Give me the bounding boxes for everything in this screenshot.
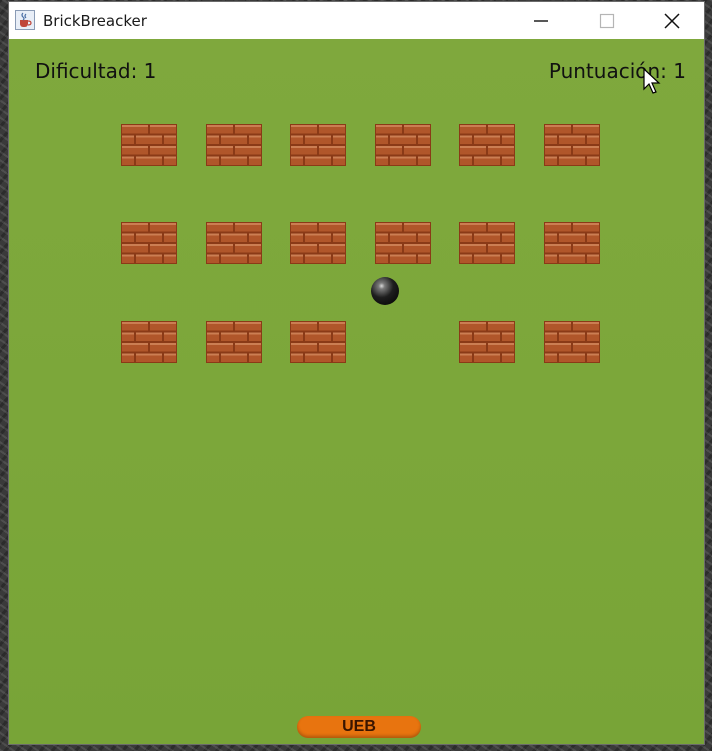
brick — [459, 124, 515, 166]
brick — [121, 124, 177, 166]
brick — [375, 222, 431, 264]
brick — [206, 222, 262, 264]
ball — [371, 277, 399, 305]
maximize-icon — [599, 13, 615, 28]
paddle[interactable]: UEB — [297, 716, 421, 738]
brick — [459, 321, 515, 363]
close-icon — [664, 12, 680, 29]
brick — [459, 222, 515, 264]
difficulty-label: Dificultad: 1 — [35, 59, 157, 83]
brick — [121, 321, 177, 363]
minimize-icon — [534, 19, 548, 22]
score-label: Puntuación: 1 — [548, 59, 686, 83]
brick — [375, 124, 431, 166]
minimize-button[interactable] — [509, 2, 573, 39]
brick — [544, 124, 600, 166]
window-title: BrickBreacker — [43, 12, 147, 30]
game-canvas[interactable]: Dificultad: 1 Puntuación: 1 UEB — [9, 39, 704, 744]
paddle-label: UEB — [342, 718, 376, 735]
brick — [544, 222, 600, 264]
brick — [121, 222, 177, 264]
java-cup-icon — [15, 10, 35, 30]
brick — [544, 321, 600, 363]
game-window: BrickBreacker Dificultad: 1 Puntuación: … — [9, 2, 704, 744]
mouse-cursor-icon — [643, 68, 661, 94]
brick — [206, 321, 262, 363]
close-button[interactable] — [640, 2, 704, 39]
title-bar[interactable]: BrickBreacker — [9, 2, 704, 39]
brick — [290, 124, 346, 166]
maximize-button[interactable] — [575, 2, 639, 39]
brick — [290, 321, 346, 363]
brick — [206, 124, 262, 166]
brick — [290, 222, 346, 264]
